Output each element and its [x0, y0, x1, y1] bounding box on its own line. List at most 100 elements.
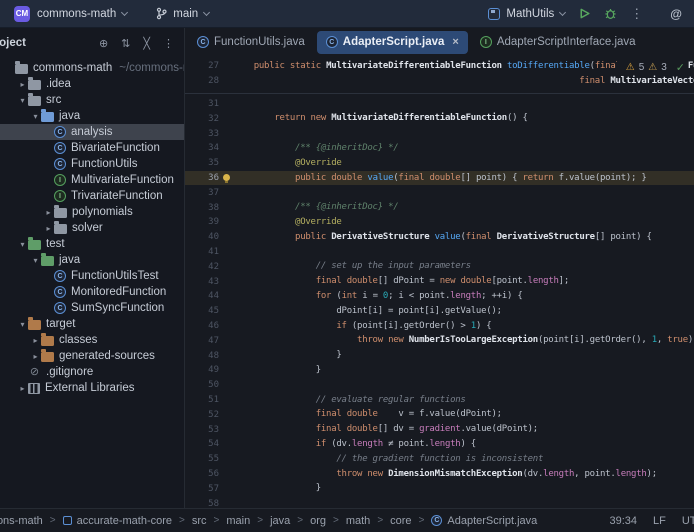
close-tab-icon[interactable]: × — [452, 36, 458, 48]
collapse-all-icon[interactable]: ╳ — [143, 37, 150, 50]
code-line-58[interactable]: 58 — [185, 496, 694, 509]
chevron-right-icon[interactable]: ▸ — [30, 336, 41, 345]
chevron-down-icon[interactable]: ▾ — [17, 96, 28, 105]
tree-item-classes[interactable]: ▸ classes — [0, 332, 184, 348]
tree-item-commons-math[interactable]: commons-math ~/commons-math — [0, 60, 184, 76]
chevron-down-icon[interactable]: ▾ — [30, 112, 41, 121]
line-number[interactable]: 55 — [185, 454, 219, 464]
code-line-53[interactable]: 53 final double[] dv = gradient.value(dP… — [185, 422, 694, 437]
code-line-56[interactable]: 56 throw new DimensionMismatchException(… — [185, 467, 694, 482]
tree-item-target[interactable]: ▾ target — [0, 316, 184, 332]
line-number[interactable]: 51 — [185, 395, 219, 405]
assistant-icon[interactable]: @ — [670, 7, 682, 21]
file-encoding[interactable]: UTF-8 — [682, 515, 694, 527]
line-number[interactable]: 54 — [185, 439, 219, 449]
breadcrumb-item-core[interactable]: core — [390, 515, 411, 527]
tree-item-TrivariateFunction[interactable]: I TrivariateFunction — [0, 188, 184, 204]
chevron-right-icon[interactable]: ▸ — [43, 224, 54, 233]
tree-item-java[interactable]: ▾ java — [0, 108, 184, 124]
tree-item-src[interactable]: ▾ src — [0, 92, 184, 108]
line-number[interactable]: 42 — [185, 262, 219, 272]
chevron-right-icon[interactable]: ▸ — [17, 384, 28, 393]
run-configuration-selector[interactable]: MathUtils — [488, 7, 567, 20]
code-line-49[interactable]: 49 } — [185, 363, 694, 378]
line-number[interactable]: 52 — [185, 410, 219, 420]
editor-tab-FunctionUtils.java[interactable]: C FunctionUtils.java — [188, 31, 314, 54]
chevron-right-icon[interactable]: ▸ — [43, 208, 54, 217]
line-number[interactable]: 43 — [185, 277, 219, 287]
inspections-widget[interactable]: ⚠ 5 ⚠ 3 ✓ — [616, 60, 688, 75]
intention-bulb-icon[interactable] — [219, 174, 233, 184]
tree-item-FunctionUtils[interactable]: C FunctionUtils — [0, 156, 184, 172]
line-number[interactable]: 34 — [185, 143, 219, 153]
tree-item-MultivariateFunction[interactable]: I MultivariateFunction — [0, 172, 184, 188]
breadcrumb-item-AdapterScript.java[interactable]: C AdapterScript.java — [431, 515, 537, 527]
expand-icon[interactable]: ⇅ — [121, 37, 130, 50]
line-separator[interactable]: LF — [653, 515, 666, 527]
debug-button[interactable] — [604, 7, 617, 20]
caret-position[interactable]: 39:34 — [609, 515, 637, 527]
editor-tab-AdapterScriptInterface.java[interactable]: I AdapterScriptInterface.java — [471, 31, 645, 54]
line-number[interactable]: 46 — [185, 321, 219, 331]
breadcrumb-item-src[interactable]: src — [192, 515, 207, 527]
code-line-37[interactable]: 37 — [185, 185, 694, 200]
tree-item-analysis[interactable]: Canalysis — [0, 124, 184, 140]
tree-item-External Libraries[interactable]: ▸ External Libraries — [0, 380, 184, 396]
line-number[interactable]: 40 — [185, 232, 219, 242]
code-line-50[interactable]: 50 — [185, 378, 694, 393]
tree-item-MonitoredFunction[interactable]: C MonitoredFunction — [0, 284, 184, 300]
code-line-40[interactable]: 40 public DerivativeStructure value(fina… — [185, 230, 694, 245]
chevron-down-icon[interactable]: ▾ — [17, 320, 28, 329]
breadcrumb-item-commons-math[interactable]: commons-math — [0, 515, 43, 527]
code-editor[interactable]: 31 32 return new MultivariateDifferentiab… — [185, 94, 694, 508]
line-number[interactable]: 41 — [185, 247, 219, 257]
chevron-right-icon[interactable]: ▸ — [30, 352, 41, 361]
more-options-button[interactable]: ⋮ — [630, 7, 643, 20]
chevron-down-icon[interactable]: ▾ — [30, 256, 41, 265]
line-number[interactable]: 37 — [185, 188, 219, 198]
line-number[interactable]: 49 — [185, 365, 219, 375]
tree-item-generated-sources[interactable]: ▸ generated-sources — [0, 348, 184, 364]
code-line-47[interactable]: 47 throw new NumberIsTooLargeException(p… — [185, 333, 694, 348]
breadcrumb-item-main[interactable]: main — [226, 515, 250, 527]
code-line-32[interactable]: 32 return new MultivariateDifferentiable… — [185, 111, 694, 126]
code-line-43[interactable]: 43 final double[] dPoint = new double[po… — [185, 274, 694, 289]
editor-tab-AdapterScript.java[interactable]: C AdapterScript.java × — [316, 30, 468, 54]
code-line-31[interactable]: 31 — [185, 97, 694, 112]
line-number[interactable]: 47 — [185, 336, 219, 346]
line-number[interactable]: 50 — [185, 380, 219, 390]
line-number[interactable]: 48 — [185, 351, 219, 361]
line-number[interactable]: 27 — [185, 61, 219, 71]
breadcrumb-item-math[interactable]: math — [346, 515, 370, 527]
code-line-42[interactable]: 42 // set up the input parameters — [185, 259, 694, 274]
tree-item-BivariateFunction[interactable]: C BivariateFunction — [0, 140, 184, 156]
code-line-34[interactable]: 34 /** {@inheritDoc} */ — [185, 141, 694, 156]
tree-item-test[interactable]: ▾ test — [0, 236, 184, 252]
project-switcher[interactable]: commons-math — [37, 8, 129, 20]
breadcrumb-item-org[interactable]: org — [310, 515, 326, 527]
code-line-33[interactable]: 33 — [185, 126, 694, 141]
line-number[interactable]: 44 — [185, 291, 219, 301]
chevron-right-icon[interactable]: ▸ — [17, 80, 28, 89]
tree-item-SumSyncFunction[interactable]: C SumSyncFunction — [0, 300, 184, 316]
line-number[interactable]: 57 — [185, 484, 219, 494]
breadcrumb-item-accurate-math-core[interactable]: accurate-math-core — [62, 515, 172, 527]
breadcrumb-item-java[interactable]: java — [270, 515, 290, 527]
code-line-46[interactable]: 46 if (point[i].getOrder() > 1) { — [185, 319, 694, 334]
code-line-51[interactable]: 51 // evaluate regular functions — [185, 393, 694, 408]
run-button[interactable] — [578, 7, 591, 20]
line-number[interactable]: 39 — [185, 217, 219, 227]
line-number[interactable]: 56 — [185, 469, 219, 479]
code-line-28[interactable]: 28 final MultivariateVectorFunction grad… — [185, 74, 694, 89]
code-line-55[interactable]: 55 // the gradient function is inconsist… — [185, 452, 694, 467]
line-number[interactable]: 45 — [185, 306, 219, 316]
code-line-44[interactable]: 44 for (int i = 0; i < point.length; ++i… — [185, 289, 694, 304]
tree-item-FunctionUtilsTest[interactable]: C FunctionUtilsTest — [0, 268, 184, 284]
panel-more-icon[interactable]: ⋮ — [163, 37, 174, 50]
chevron-down-icon[interactable]: ▾ — [17, 240, 28, 249]
code-line-48[interactable]: 48 } — [185, 348, 694, 363]
line-number[interactable]: 58 — [185, 499, 219, 509]
branch-widget[interactable]: main — [156, 7, 211, 20]
line-number[interactable]: 35 — [185, 158, 219, 168]
code-line-52[interactable]: 52 final double v = f.value(dPoint); — [185, 407, 694, 422]
